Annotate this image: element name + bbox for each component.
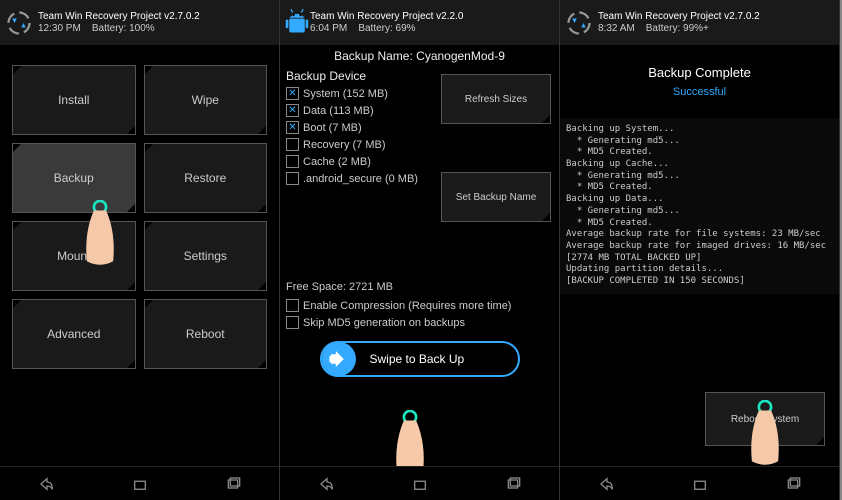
settings-button[interactable]: Settings: [144, 221, 268, 291]
free-space-label: Free Space: 2721 MB: [280, 277, 559, 297]
swipe-handle-icon[interactable]: [322, 342, 356, 376]
mount-button[interactable]: Mount: [12, 221, 136, 291]
app-title: Team Win Recovery Project v2.2.0: [310, 11, 555, 22]
reboot-button[interactable]: Reboot: [144, 299, 268, 369]
backup-name-label: Backup Name: CyanogenMod-9: [280, 45, 559, 67]
header: Team Win Recovery Project v2.7.0.2 12:30…: [0, 0, 279, 45]
clock: 6:04 PM: [310, 23, 347, 34]
screen-backup-options: Team Win Recovery Project v2.2.0 6:04 PM…: [280, 0, 560, 500]
log-output: Backing up System... * Generating md5...…: [560, 118, 839, 294]
home-icon[interactable]: [690, 476, 710, 492]
android-navbar: [560, 466, 839, 500]
app-title: Team Win Recovery Project v2.7.0.2: [598, 11, 835, 22]
twrp-logo-icon: [564, 8, 594, 38]
battery: Battery: 100%: [92, 23, 155, 34]
screen-main: Team Win Recovery Project v2.7.0.2 12:30…: [0, 0, 280, 500]
battery: Battery: 99%+: [646, 23, 709, 34]
twrp-logo-icon: [4, 8, 34, 38]
android-navbar: [280, 466, 559, 500]
set-backup-name-button[interactable]: Set Backup Name: [441, 172, 551, 222]
status-title: Backup Complete: [560, 45, 839, 80]
screen-backup-complete: Team Win Recovery Project v2.7.0.2 8:32 …: [560, 0, 840, 500]
swipe-label: Swipe to Back Up: [370, 352, 465, 366]
checkbox-icon[interactable]: ✕: [286, 121, 299, 134]
back-icon[interactable]: [597, 476, 617, 492]
status-message: Successful: [560, 80, 839, 118]
checkbox-icon[interactable]: ✕: [286, 104, 299, 117]
backup-button[interactable]: Backup: [12, 143, 136, 213]
recents-icon[interactable]: [783, 476, 803, 492]
swipe-to-backup-slider[interactable]: Swipe to Back Up: [320, 341, 520, 377]
home-icon[interactable]: [130, 476, 150, 492]
clock: 12:30 PM: [38, 23, 81, 34]
header: Team Win Recovery Project v2.2.0 6:04 PM…: [280, 0, 559, 45]
back-icon[interactable]: [37, 476, 57, 492]
refresh-sizes-button[interactable]: Refresh Sizes: [441, 74, 551, 124]
back-icon[interactable]: [317, 476, 337, 492]
recents-icon[interactable]: [223, 476, 243, 492]
checkbox-icon[interactable]: [286, 155, 299, 168]
checkbox-icon[interactable]: ✕: [286, 87, 299, 100]
install-button[interactable]: Install: [12, 65, 136, 135]
wipe-button[interactable]: Wipe: [144, 65, 268, 135]
header: Team Win Recovery Project v2.7.0.2 8:32 …: [560, 0, 839, 45]
battery: Battery: 69%: [358, 23, 415, 34]
checkbox-icon[interactable]: [286, 299, 299, 312]
checkbox-icon[interactable]: [286, 172, 299, 185]
checkbox-icon[interactable]: [286, 138, 299, 151]
option-skip-md5[interactable]: Skip MD5 generation on backups: [286, 314, 553, 331]
home-icon[interactable]: [410, 476, 430, 492]
app-title: Team Win Recovery Project v2.7.0.2: [38, 11, 275, 22]
android-logo-icon: [284, 8, 310, 38]
reboot-system-button[interactable]: Reboot System: [705, 392, 825, 446]
recents-icon[interactable]: [503, 476, 523, 492]
restore-button[interactable]: Restore: [144, 143, 268, 213]
option-compression[interactable]: Enable Compression (Requires more time): [286, 297, 553, 314]
clock: 8:32 AM: [598, 23, 635, 34]
android-navbar: [0, 466, 279, 500]
advanced-button[interactable]: Advanced: [12, 299, 136, 369]
checkbox-icon[interactable]: [286, 316, 299, 329]
